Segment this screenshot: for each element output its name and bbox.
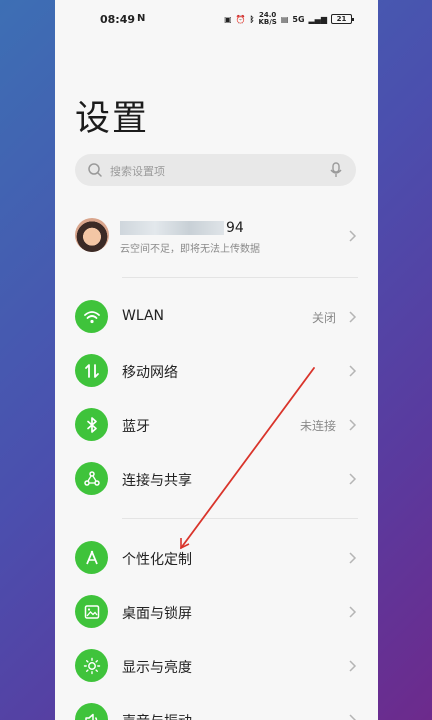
- account-name: 94: [120, 220, 244, 236]
- chevron-right-icon: [349, 552, 357, 564]
- search-icon: [88, 163, 102, 177]
- chevron-right-icon: [349, 419, 357, 431]
- account-subtitle: 云空间不足，即将无法上传数据: [120, 244, 260, 255]
- settings-item-value: 关闭: [311, 311, 336, 325]
- wifi-icon: [75, 300, 108, 333]
- settings-item-label: 个性化定制: [122, 552, 192, 568]
- status-icons: ▣ ⏰ ᛒ 24.0 KB/S ▤ 5G ▂▄▆ 21: [224, 12, 354, 26]
- settings-item-label: 移动网络: [122, 365, 178, 381]
- chevron-right-icon: [349, 660, 357, 672]
- settings-item-wlan[interactable]: WLAN 关闭: [75, 298, 358, 338]
- settings-item-personalization[interactable]: 个性化定制: [75, 539, 358, 579]
- settings-screen: 08:49 N ▣ ⏰ ᛒ 24.0 KB/S ▤ 5G ▂▄▆ 21 设置 搜索…: [55, 0, 378, 720]
- divider: [122, 518, 358, 519]
- sound-icon: [75, 703, 108, 720]
- settings-item-connection-sharing[interactable]: 连接与共享: [75, 460, 358, 500]
- chevron-right-icon: [349, 311, 357, 323]
- wifi-status-icon: ▤: [280, 14, 289, 24]
- microphone-icon[interactable]: [330, 162, 342, 178]
- settings-item-bluetooth[interactable]: 蓝牙 未连接: [75, 406, 358, 446]
- net-speed-unit: KB/S: [258, 18, 277, 26]
- bluetooth-status-icon: ᛒ: [249, 14, 255, 24]
- chevron-right-icon: [349, 714, 357, 720]
- search-placeholder: 搜索设置项: [110, 165, 165, 178]
- settings-item-label: 声音与振动: [122, 711, 192, 720]
- alarm-icon: ⏰: [235, 14, 246, 24]
- settings-item-label: 蓝牙: [122, 419, 150, 435]
- settings-item-label: WLAN: [122, 308, 165, 324]
- customize-icon: [75, 541, 108, 574]
- battery-icon: 21: [331, 14, 354, 24]
- chevron-right-icon: [349, 230, 357, 242]
- settings-item-home-lock-screen[interactable]: 桌面与锁屏: [75, 593, 358, 633]
- settings-item-label: 显示与亮度: [122, 660, 192, 676]
- wallpaper-icon: [75, 595, 108, 628]
- bluetooth-icon: [75, 408, 108, 441]
- settings-item-display-brightness[interactable]: 显示与亮度: [75, 647, 358, 687]
- chevron-right-icon: [349, 473, 357, 485]
- redacted-name: [120, 221, 224, 235]
- settings-item-value: 未连接: [299, 419, 336, 433]
- settings-item-sound-vibration[interactable]: 声音与振动: [75, 701, 358, 720]
- account-row[interactable]: 94 云空间不足，即将无法上传数据: [75, 214, 358, 260]
- avatar: [75, 218, 109, 252]
- settings-item-label: 桌面与锁屏: [122, 606, 192, 622]
- page-title: 设置: [75, 99, 150, 139]
- share-icon: [75, 462, 108, 495]
- status-bar: 08:49 N ▣ ⏰ ᛒ 24.0 KB/S ▤ 5G ▂▄▆ 21: [55, 10, 378, 30]
- nfc-icon: ▣: [224, 14, 232, 24]
- chevron-right-icon: [349, 365, 357, 377]
- notification-indicator: N: [137, 13, 146, 24]
- chevron-right-icon: [349, 606, 357, 618]
- net-speed: 24.0 KB/S: [258, 12, 276, 26]
- settings-item-label: 连接与共享: [122, 473, 192, 489]
- settings-item-mobile-network[interactable]: 移动网络: [75, 352, 358, 392]
- status-time: 08:49: [100, 13, 136, 26]
- divider: [122, 277, 358, 278]
- brightness-icon: [75, 649, 108, 682]
- search-bar[interactable]: 搜索设置项: [75, 154, 356, 186]
- network-type: 5G: [292, 14, 305, 24]
- signal-icon: ▂▄▆: [308, 14, 327, 24]
- mobile-data-icon: [75, 354, 108, 387]
- account-name-suffix: 94: [226, 220, 244, 236]
